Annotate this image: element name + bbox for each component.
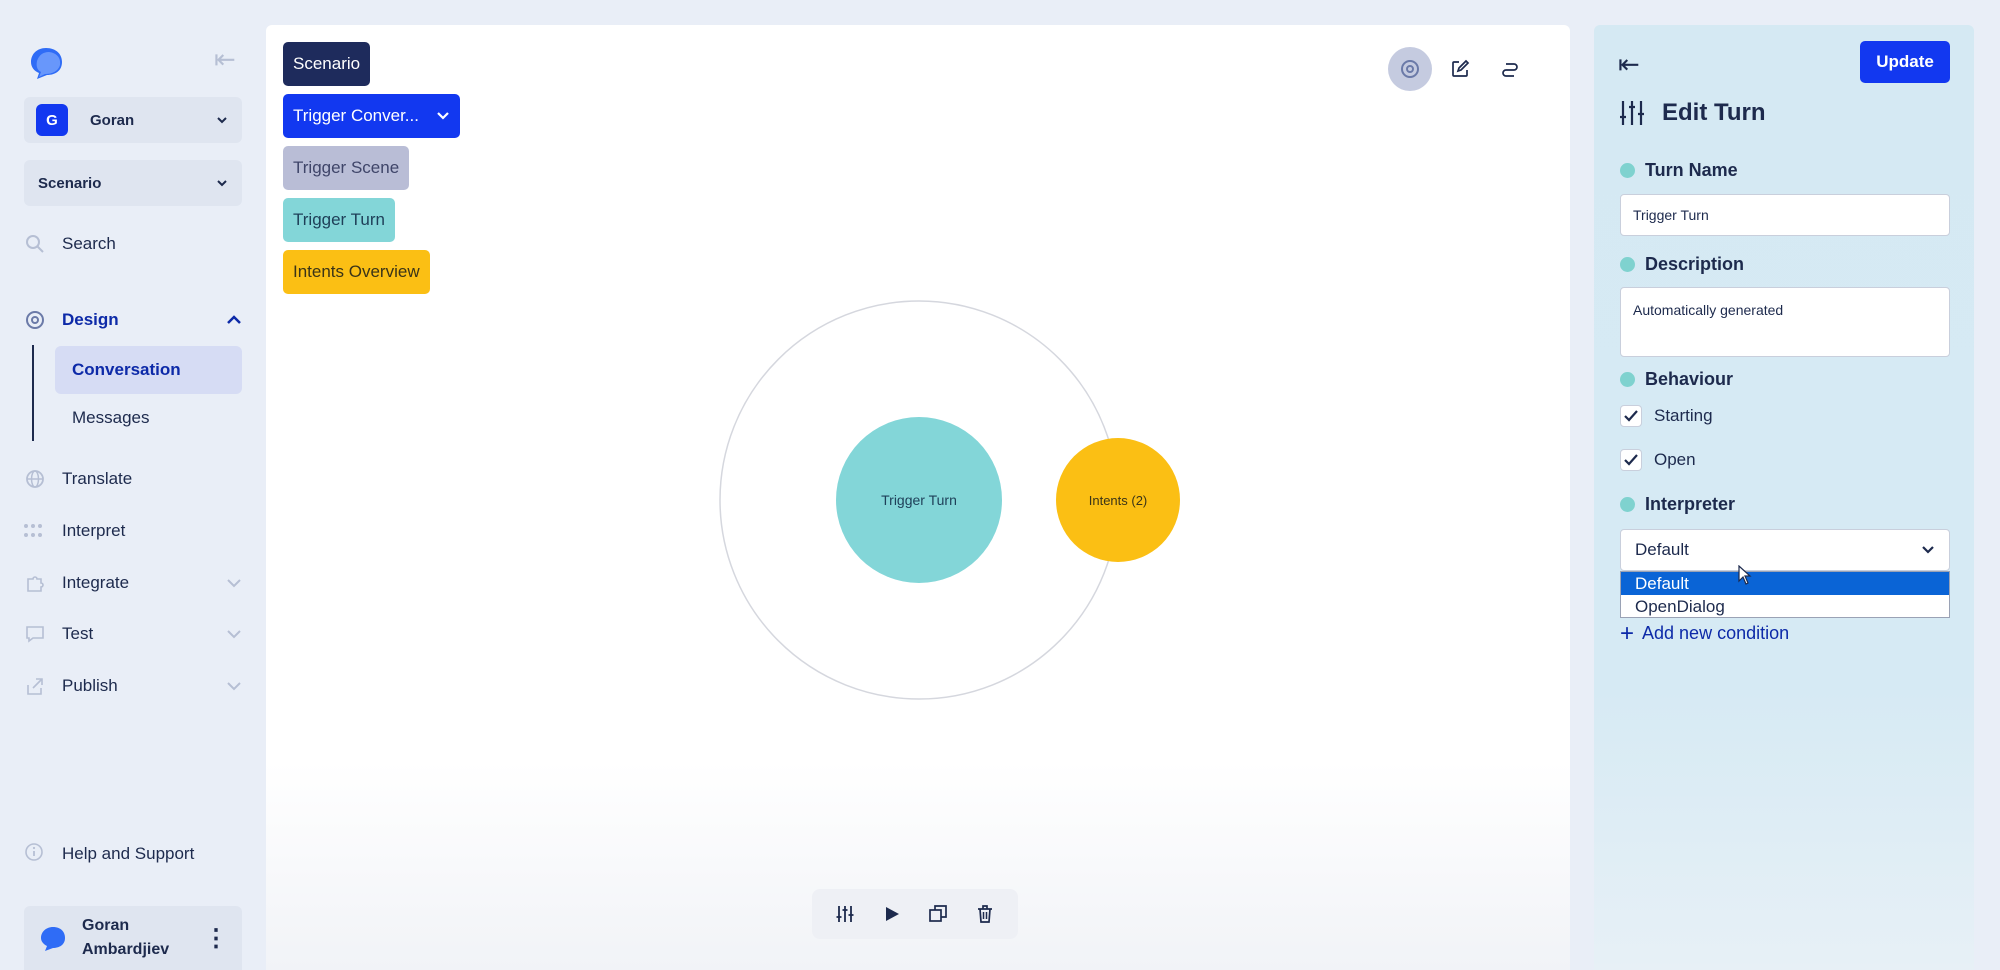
- sidebar: ⇤ G Goran Scenario Search Design Convers…: [0, 0, 266, 970]
- play-icon[interactable]: [876, 898, 908, 930]
- settings-sliders-icon[interactable]: [829, 898, 861, 930]
- description-textarea[interactable]: Automatically generated: [1620, 287, 1950, 357]
- close-panel-icon[interactable]: ⇤: [1618, 49, 1648, 79]
- interpreter-label: Interpreter: [1620, 494, 1735, 515]
- sidebar-item-translate[interactable]: Translate: [24, 459, 242, 499]
- sidebar-item-label: Design: [62, 310, 119, 329]
- workspace-avatar: G: [36, 104, 68, 136]
- label-text: Description: [1645, 254, 1745, 274]
- search-icon: [24, 233, 46, 255]
- label-text: Behaviour: [1645, 369, 1734, 389]
- intents-node-label: Intents (2): [1089, 493, 1148, 508]
- help-label: Help and Support: [62, 844, 195, 863]
- sidebar-item-label: Search: [62, 234, 116, 253]
- sidebar-item-interpret[interactable]: Interpret: [24, 511, 242, 551]
- scenario-select-label: Scenario: [38, 174, 102, 192]
- design-icon: [24, 309, 46, 331]
- chevron-down-icon: [217, 180, 227, 187]
- sidebar-item-publish[interactable]: Publish: [24, 666, 242, 706]
- panel-title: Edit Turn: [1618, 99, 1766, 127]
- interpreter-select[interactable]: Default: [1620, 529, 1950, 571]
- mouse-cursor-icon: [1738, 565, 1752, 585]
- description-label: Description: [1620, 254, 1744, 275]
- dropdown-option-opendialog[interactable]: OpenDialog: [1621, 595, 1949, 618]
- chevron-down-icon: [1922, 546, 1934, 554]
- section-dot: [1620, 163, 1635, 178]
- workspace-name: Goran: [90, 111, 135, 129]
- design-canvas[interactable]: Scenario Trigger Conver... Trigger Scene…: [266, 25, 1570, 970]
- label-text: Interpreter: [1645, 494, 1736, 514]
- check-icon: [1624, 454, 1638, 466]
- turn-name-input[interactable]: [1620, 194, 1950, 236]
- section-dot: [1620, 257, 1635, 272]
- add-condition-link[interactable]: + Add new condition: [1620, 619, 1790, 647]
- sidebar-item-label: Conversation: [72, 360, 181, 379]
- sidebar-item-messages[interactable]: Messages: [55, 394, 242, 442]
- globe-icon: [24, 468, 46, 490]
- bottom-toolbar: [812, 889, 1018, 939]
- kebab-menu-icon[interactable]: ⋮: [204, 924, 228, 953]
- sidebar-item-label: Interpret: [62, 521, 126, 540]
- sidebar-item-integrate[interactable]: Integrate: [24, 563, 242, 603]
- info-icon: [24, 842, 46, 867]
- open-checkbox[interactable]: [1620, 449, 1642, 471]
- puzzle-icon: [24, 572, 46, 594]
- chevron-down-icon: [227, 579, 241, 588]
- sidebar-item-search[interactable]: Search: [24, 224, 242, 264]
- trigger-turn-node-label: Trigger Turn: [881, 492, 957, 508]
- chevron-down-icon: [227, 682, 241, 691]
- dots-grid-icon: [24, 520, 46, 542]
- behaviour-starting-row[interactable]: Starting: [1620, 405, 1713, 427]
- checkbox-label: Starting: [1654, 406, 1713, 425]
- user-menu[interactable]: Goran Ambardjiev ⋮: [24, 906, 242, 970]
- duplicate-icon[interactable]: [922, 898, 954, 930]
- check-icon: [1624, 410, 1638, 422]
- subnav-divider: [32, 345, 34, 441]
- sidebar-item-label: Translate: [62, 469, 133, 488]
- turn-graph: Trigger Turn Intents (2): [719, 300, 1180, 700]
- add-condition-label: Add new condition: [1642, 623, 1790, 643]
- dropdown-option-default[interactable]: Default: [1621, 572, 1949, 595]
- trigger-turn-node[interactable]: Trigger Turn: [836, 417, 1002, 583]
- section-dot: [1620, 497, 1635, 512]
- intents-node[interactable]: Intents (2): [1056, 438, 1180, 562]
- sidebar-item-label: Messages: [72, 408, 150, 427]
- chevron-down-icon: [217, 117, 227, 124]
- turn-name-label: Turn Name: [1620, 160, 1738, 181]
- trash-icon[interactable]: [969, 898, 1001, 930]
- sidebar-item-label: Publish: [62, 676, 118, 695]
- sidebar-item-label: Integrate: [62, 573, 130, 592]
- starting-checkbox[interactable]: [1620, 405, 1642, 427]
- behaviour-open-row[interactable]: Open: [1620, 449, 1696, 471]
- interpreter-dropdown: Default OpenDialog: [1620, 571, 1950, 618]
- sidebar-item-test[interactable]: Test: [24, 614, 242, 654]
- panel-title-text: Edit Turn: [1662, 99, 1766, 126]
- chevron-down-icon: [227, 630, 241, 639]
- share-icon: [24, 675, 46, 697]
- sidebar-item-conversation[interactable]: Conversation: [55, 346, 242, 394]
- app-logo[interactable]: [27, 44, 65, 82]
- chat-icon: [24, 623, 46, 645]
- scenario-select[interactable]: Scenario: [24, 160, 242, 206]
- sidebar-item-design[interactable]: Design: [24, 300, 242, 340]
- behaviour-label: Behaviour: [1620, 369, 1733, 390]
- interpreter-select-value: Default: [1635, 540, 1689, 559]
- section-dot: [1620, 372, 1635, 387]
- collapse-sidebar-icon[interactable]: ⇤: [214, 46, 242, 72]
- chevron-up-icon: [227, 315, 241, 324]
- update-button[interactable]: Update: [1860, 41, 1950, 83]
- workspace-select[interactable]: G Goran: [24, 97, 242, 143]
- plus-icon: +: [1620, 619, 1635, 647]
- settings-sliders-icon: [1620, 101, 1644, 125]
- sidebar-item-label: Test: [62, 624, 94, 643]
- help-and-support-link[interactable]: Help and Support: [24, 834, 194, 874]
- checkbox-label: Open: [1654, 450, 1696, 469]
- edit-turn-panel: ⇤ Update Edit Turn Turn Name Description…: [1594, 25, 1974, 970]
- user-avatar: [41, 927, 65, 951]
- user-name: Goran Ambardjiev: [82, 917, 170, 958]
- label-text: Turn Name: [1645, 160, 1738, 180]
